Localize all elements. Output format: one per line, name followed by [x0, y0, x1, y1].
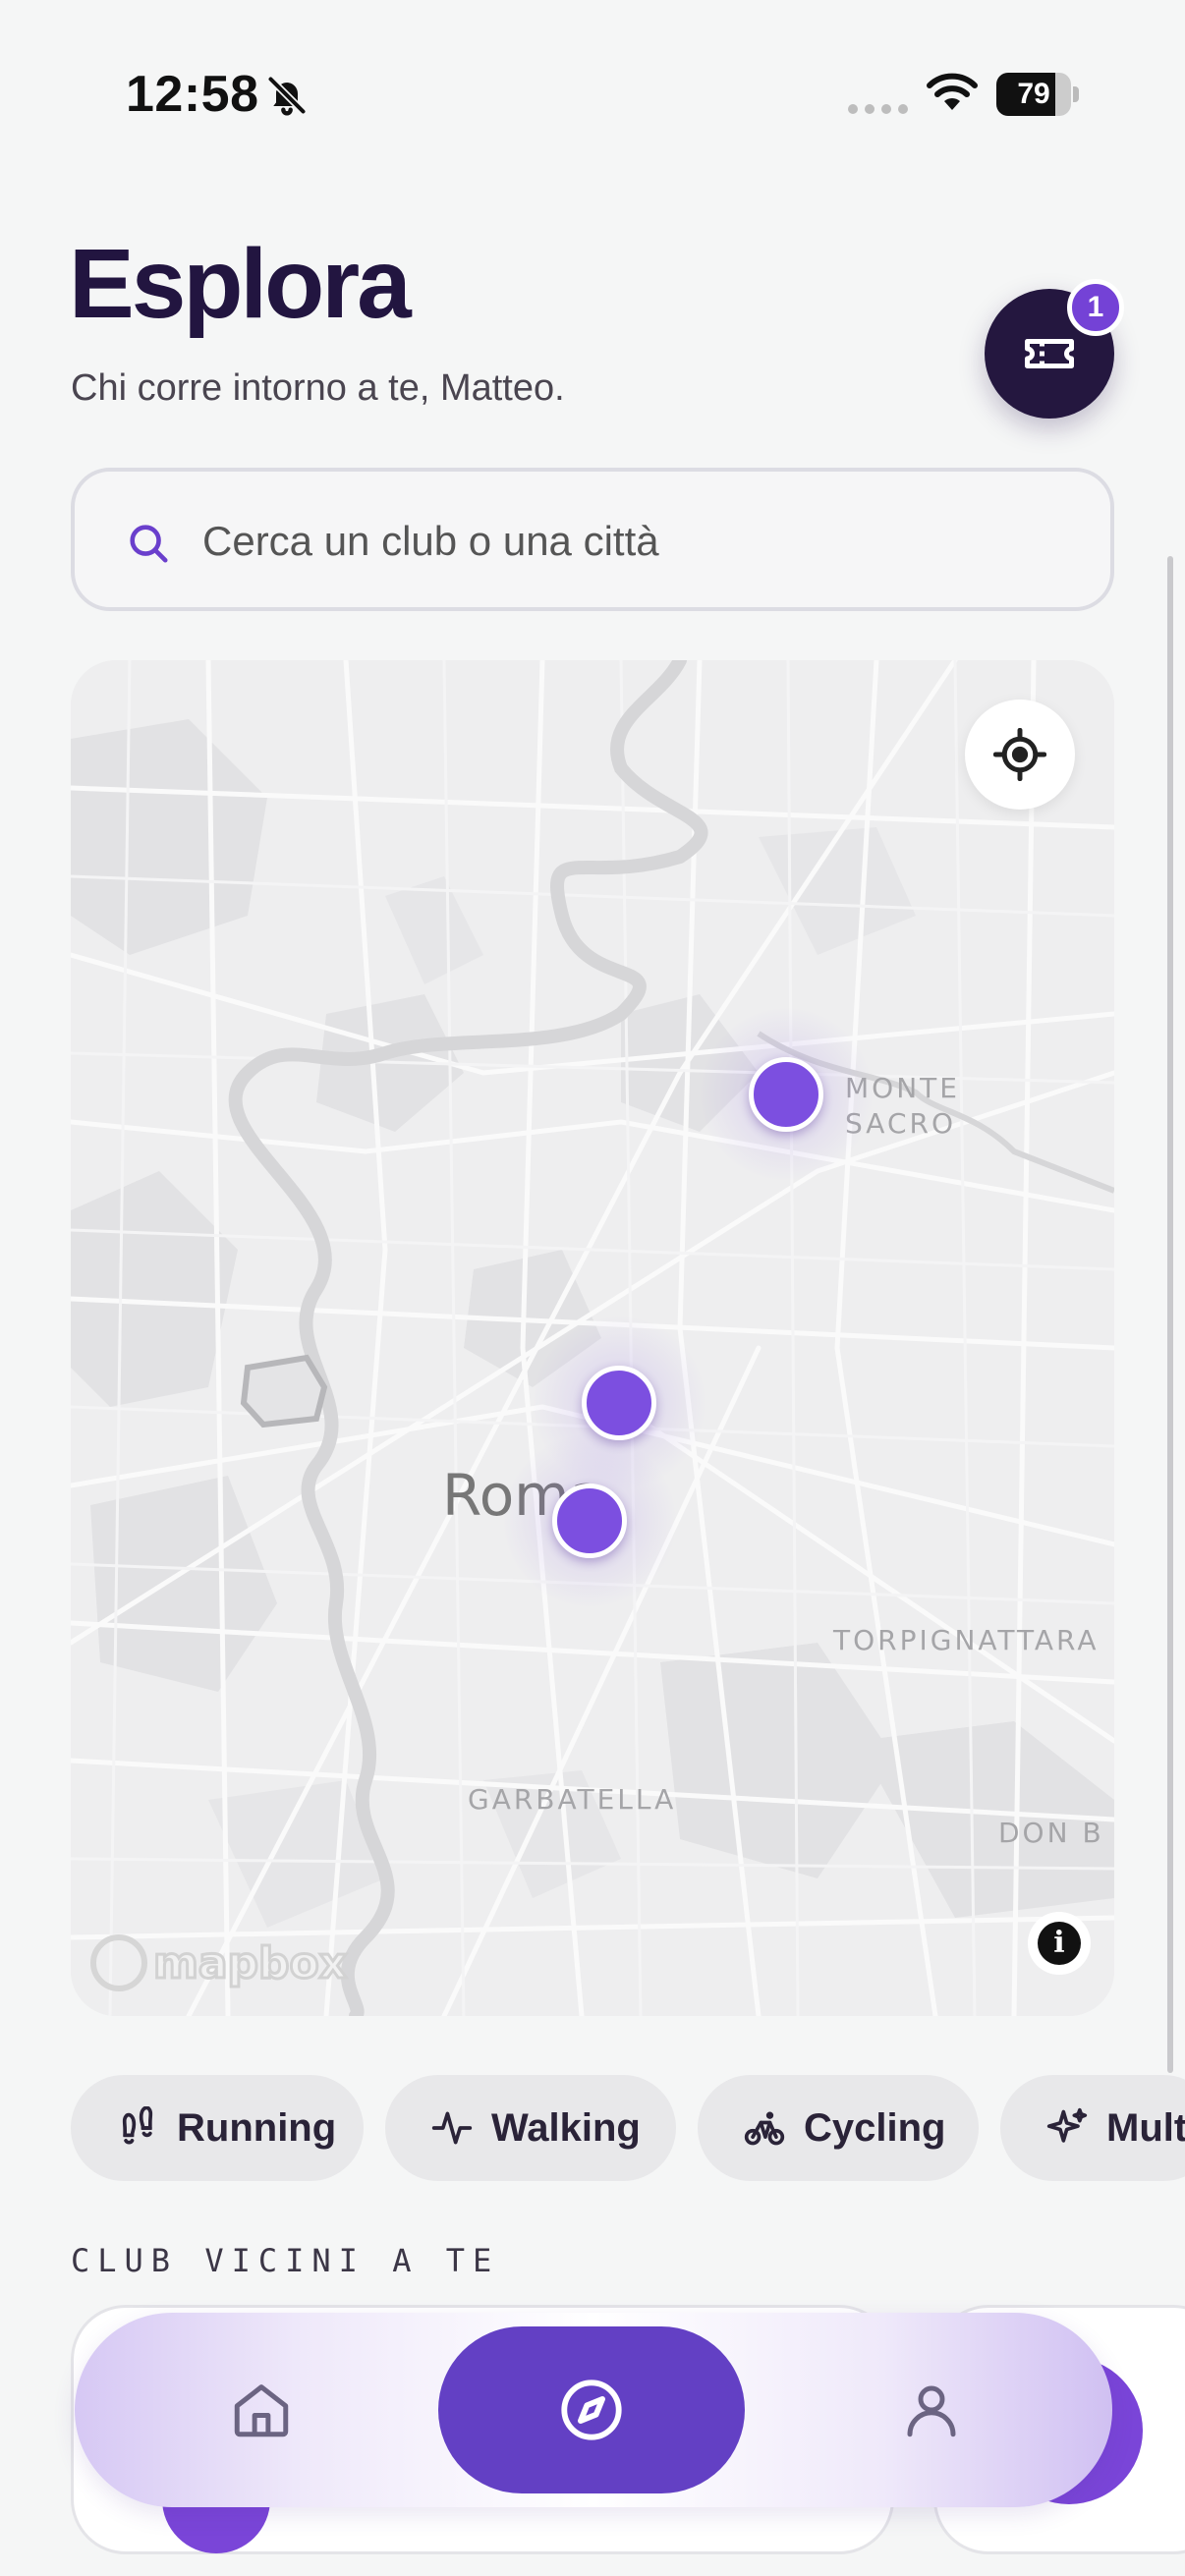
scrollbar[interactable]: [1167, 556, 1173, 2073]
filter-label: Cycling: [804, 2105, 946, 2150]
bell-off-icon: [266, 75, 308, 116]
filter-label: Walking: [491, 2105, 641, 2150]
sparkles-icon: [1046, 2107, 1088, 2143]
info-icon: i: [1038, 1922, 1081, 1965]
club-marker[interactable]: [749, 1057, 823, 1132]
signal-icon: [848, 104, 908, 114]
crosshair-icon: [993, 728, 1046, 781]
map-label-garbatella: GARBATELLA: [468, 1783, 677, 1816]
filter-walking[interactable]: Walking: [385, 2075, 676, 2181]
activity-pulse-icon: [431, 2111, 473, 2145]
status-time: 12:58: [126, 66, 259, 123]
mapbox-attribution: mapbox: [151, 1936, 348, 1989]
home-icon: [234, 2384, 289, 2437]
club-marker[interactable]: [582, 1366, 656, 1440]
tickets-badge: 1: [1067, 279, 1124, 336]
ticket-icon: [1025, 339, 1074, 368]
mapbox-logo-mark: [90, 1934, 147, 1991]
filter-label: Running: [177, 2105, 337, 2150]
battery-indicator: 79: [996, 73, 1079, 116]
section-title: CLUB VICINI A TE: [71, 2242, 500, 2279]
tab-profile[interactable]: [863, 2326, 1000, 2493]
tab-explore[interactable]: [438, 2326, 745, 2493]
mapbox-logo: mapbox: [90, 1933, 349, 1992]
footprints-icon: [122, 2106, 153, 2145]
filter-running[interactable]: Running: [71, 2075, 364, 2181]
search-icon: [130, 525, 168, 563]
user-icon: [907, 2385, 956, 2437]
wifi-icon: [927, 73, 978, 110]
compass-icon: [561, 2380, 622, 2440]
tab-bar: [75, 2313, 1112, 2507]
bicycle-icon: [744, 2111, 785, 2146]
filter-cycling[interactable]: Cycling: [698, 2075, 979, 2181]
map-label-torpignattara: TORPIGNATTARA: [833, 1624, 1100, 1656]
tab-home[interactable]: [193, 2326, 330, 2493]
status-bar: 12:58 79: [0, 0, 1185, 187]
club-marker[interactable]: [552, 1484, 627, 1558]
page-subtitle: Chi corre intorno a te, Matteo.: [71, 367, 565, 409]
map-view[interactable]: MONTE SACRO TORPIGNATTARA GARBATELLA DON …: [71, 660, 1114, 2016]
search-input[interactable]: [202, 507, 1067, 576]
map-label-don-bosco: DON B: [998, 1817, 1104, 1849]
map-info-button[interactable]: i: [1028, 1912, 1091, 1975]
page-title: Esplora: [69, 229, 412, 339]
locate-me-button[interactable]: [965, 700, 1075, 810]
search-bar[interactable]: [71, 468, 1114, 611]
activity-filters: Running Walking Cycling Multi: [71, 2075, 1185, 2181]
filter-multi[interactable]: Multi: [1000, 2075, 1185, 2181]
battery-percentage: 79: [1017, 78, 1050, 110]
filter-label: Multi: [1106, 2105, 1185, 2150]
